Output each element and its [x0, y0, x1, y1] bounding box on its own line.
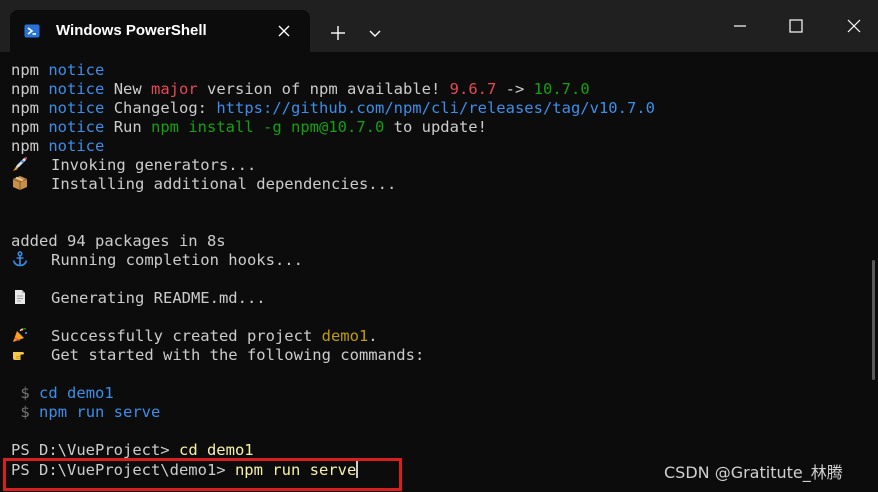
npm-notice-line: npm notice: [11, 61, 105, 79]
watermark: CSDN @Gratitute_林腾: [664, 463, 843, 482]
command-line: $ cd demo1: [20, 384, 114, 402]
output-line: Installing additional dependencies...: [11, 175, 396, 194]
output-line: Invoking generators...: [11, 156, 256, 175]
powershell-window: Windows PowerShell npm notice npm notice…: [0, 0, 878, 492]
page-icon: [15, 290, 25, 304]
chevron-down-icon[interactable]: [366, 24, 384, 42]
maximize-icon[interactable]: [782, 12, 810, 40]
package-icon: [12, 176, 28, 190]
plus-icon[interactable]: [326, 22, 350, 44]
npm-notice-line: npm notice Run npm install -g npm@10.7.0…: [11, 118, 487, 136]
close-icon[interactable]: [840, 12, 868, 40]
anchor-icon: [12, 251, 28, 267]
changelog-link[interactable]: https://github.com/npm/cli/releases/tag/…: [216, 99, 655, 117]
highlight-box: [3, 458, 402, 491]
npm-notice-line: npm notice New major version of npm avai…: [11, 80, 590, 98]
output-line: Successfully created project demo1.: [11, 327, 378, 346]
minimize-icon[interactable]: [726, 12, 754, 40]
rocket-icon: [13, 157, 27, 171]
npm-notice-line: npm notice: [11, 137, 105, 155]
output-line: Get started with the following commands:: [11, 346, 424, 365]
output-line: Running completion hooks...: [11, 251, 303, 270]
title-bar: Windows PowerShell: [0, 0, 878, 52]
npm-notice-line: npm notice Changelog: https://github.com…: [11, 99, 655, 117]
terminal-output[interactable]: npm notice npm notice New major version …: [0, 52, 878, 492]
command-line: $ npm run serve: [20, 403, 161, 421]
tab-title: Windows PowerShell: [56, 22, 207, 39]
output-line: added 94 packages in 8s: [11, 232, 226, 250]
output-line: Generating README.md...: [11, 289, 266, 308]
tab-powershell[interactable]: Windows PowerShell: [10, 10, 310, 52]
powershell-icon: [24, 24, 40, 38]
close-icon[interactable]: [276, 23, 292, 39]
scrollbar[interactable]: [872, 260, 875, 380]
pointing-hand-icon: [13, 352, 24, 360]
party-popper-icon: [13, 327, 28, 342]
